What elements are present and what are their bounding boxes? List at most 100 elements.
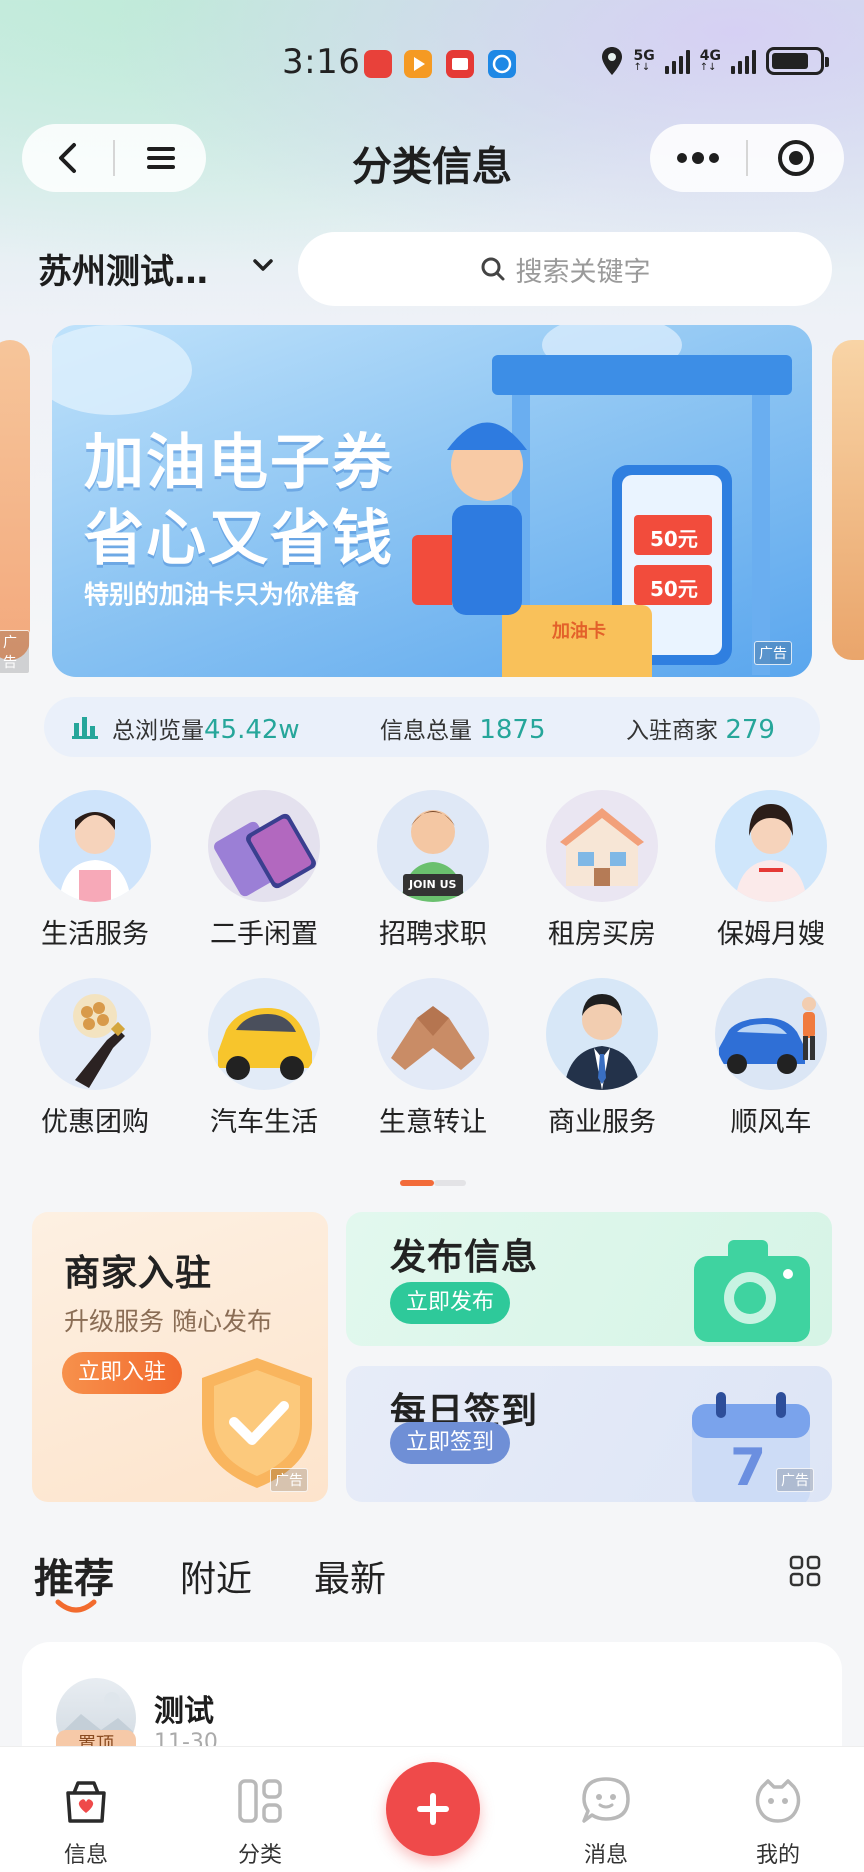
category-business-transfer[interactable]: 生意转让 [358, 978, 508, 1139]
merchant-card-subtitle: 升级服务 随心发布 [64, 1307, 272, 1336]
category-second-hand[interactable]: 二手闲置 [189, 790, 339, 951]
nuts-wine-icon [39, 978, 151, 1090]
category-label: 生活服务 [41, 919, 149, 950]
ad-label: 广告 [0, 630, 30, 674]
category-label: 招聘求职 [379, 919, 487, 950]
chevron-down-icon[interactable] [252, 258, 274, 272]
category-life-service[interactable]: 生活服务 [20, 790, 170, 951]
search-icon [481, 257, 504, 281]
target-close-icon [778, 140, 814, 176]
category-label: 租房买房 [548, 919, 656, 950]
status-time: 3:16 [282, 42, 361, 82]
battery-icon [766, 47, 829, 75]
network-5g-label: 5G [633, 48, 655, 64]
category-group-buy[interactable]: 优惠团购 [20, 978, 170, 1139]
tabbar-label: 分类 [237, 1843, 282, 1868]
info-bag-icon [66, 1781, 106, 1823]
status-right: 5G ↑↓ 4G ↑↓ [600, 46, 829, 76]
mail-app-icon [446, 50, 474, 78]
tabbar-messages[interactable]: 消息 [546, 1747, 666, 1869]
coupon-value-1: 50元 [650, 527, 698, 551]
publish-info-card[interactable]: 发布信息 立即发布 [346, 1212, 832, 1346]
camera-icon [694, 1240, 810, 1342]
publish-now-button[interactable]: 立即发布 [390, 1282, 511, 1324]
category-page-indicator [400, 1180, 466, 1186]
city-selector-label[interactable]: 苏州测试… [38, 244, 208, 293]
stat-views-label: 总浏览量 [112, 718, 204, 744]
category-grid-icon [238, 1779, 282, 1823]
category-car-life[interactable]: 汽车生活 [189, 978, 339, 1139]
layout-grid-icon[interactable] [788, 1554, 822, 1588]
tabbar-profile[interactable]: 我的 [718, 1747, 838, 1869]
category-recruitment[interactable]: JOIN US 招聘求职 [358, 790, 508, 951]
ad-label: 广告 [776, 1468, 814, 1492]
message-icon [582, 1777, 630, 1823]
tabbar-info[interactable]: 信息 [26, 1747, 146, 1869]
location-icon [601, 47, 622, 75]
businessman-icon [546, 978, 658, 1090]
network-4g-label: 4G [699, 48, 721, 64]
house-icon [546, 790, 658, 902]
banner-headline-line2: 省心又省钱 [84, 504, 394, 574]
stat-posts-value: 1875 [479, 715, 546, 745]
tabbar-label: 我的 [755, 1843, 800, 1868]
merchant-join-card[interactable]: 商家入驻 升级服务 随心发布 立即入驻 广告 [32, 1212, 328, 1502]
tab-latest[interactable]: 最新 [314, 1550, 386, 1602]
category-nanny[interactable]: 保姆月嫂 [696, 790, 846, 951]
stat-posts: 信息总量 1875 [380, 711, 545, 745]
category-business-service[interactable]: 商业服务 [527, 978, 677, 1139]
banner-headline-line1: 加油电子券 [84, 428, 394, 498]
calendar-day: 7 [730, 1438, 767, 1498]
checkin-now-button[interactable]: 立即签到 [390, 1422, 511, 1464]
stats-bar: 总浏览量45.42w 信息总量 1875 入驻商家 279 [44, 697, 820, 757]
publish-plus-button[interactable] [386, 1762, 480, 1856]
merchant-card-title: 商家入驻 [64, 1253, 213, 1294]
blue-car-icon [715, 978, 827, 1090]
signal-5g-icon [664, 48, 690, 74]
more-options-button[interactable] [650, 124, 746, 192]
category-housing[interactable]: 租房买房 [527, 790, 677, 951]
join-us-sign: JOIN US [409, 878, 457, 891]
tab-nearby[interactable]: 附近 [180, 1550, 252, 1602]
browser-app-icon [488, 50, 516, 78]
feed-item-title: 测试 [154, 1694, 214, 1729]
join-now-button[interactable]: 立即入驻 [62, 1352, 183, 1394]
publish-card-title: 发布信息 [390, 1237, 539, 1278]
search-input[interactable]: 搜索关键字 [298, 232, 832, 306]
bar-chart-icon [72, 717, 98, 739]
housekeeper-woman-icon [39, 790, 151, 902]
smartphone-icon [208, 790, 320, 902]
profile-icon [755, 1779, 801, 1823]
daily-checkin-card[interactable]: 每日签到 立即签到 7 广告 [346, 1366, 832, 1502]
banner-prev-peek[interactable]: 广告 [0, 340, 30, 674]
ad-label: 广告 [754, 641, 792, 665]
stat-merchants-value: 279 [725, 715, 775, 745]
stat-views: 总浏览量45.42w [112, 711, 300, 745]
stat-merchants-label: 入驻商家 [626, 718, 718, 744]
category-label: 商业服务 [548, 1107, 656, 1138]
more-dots-icon [677, 152, 719, 164]
stat-merchants: 入驻商家 279 [626, 711, 775, 745]
tab-active-indicator [55, 1599, 97, 1613]
stat-views-value: 45.42w [204, 715, 300, 745]
close-miniprogram-button[interactable] [748, 124, 844, 192]
nanny-woman-icon [715, 790, 827, 902]
yellow-car-icon [208, 978, 320, 1090]
search-placeholder: 搜索关键字 [515, 256, 651, 288]
fuel-card-label: 加油卡 [552, 621, 606, 642]
handshake-icon [377, 978, 489, 1090]
tabbar-category[interactable]: 分类 [200, 1747, 320, 1869]
category-label: 优惠团购 [41, 1107, 149, 1138]
stat-posts-label: 信息总量 [380, 718, 472, 744]
status-bar: 3:16 5G ↑↓ 4G ↑↓ [0, 36, 864, 92]
promo-banner[interactable]: 加油电子券 省心又省钱 特别的加油卡只为你准备 50元 50元 加油卡 广告 [52, 325, 812, 677]
banner-next-peek[interactable] [832, 340, 864, 660]
category-carpool[interactable]: 顺风车 [696, 978, 846, 1139]
ad-label: 广告 [270, 1468, 308, 1492]
join-us-boy-icon: JOIN US [377, 790, 489, 902]
banner-headline: 加油电子券 省心又省钱 [84, 425, 394, 577]
tabbar-label: 消息 [583, 1843, 628, 1868]
signal-4g-icon [731, 48, 756, 74]
tab-recommend[interactable]: 推荐 [34, 1546, 114, 1604]
category-label: 二手闲置 [210, 919, 318, 950]
